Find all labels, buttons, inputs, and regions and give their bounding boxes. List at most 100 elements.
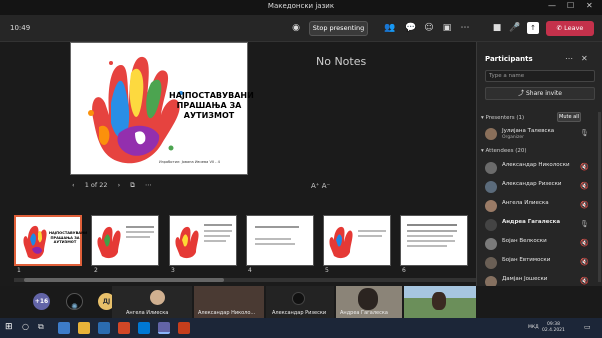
thumbnail-number: 4 bbox=[248, 267, 252, 274]
video-tile[interactable]: Андреа Гагалеска bbox=[336, 286, 402, 318]
thumbnail-text-line bbox=[407, 230, 457, 232]
previous-slide-icon[interactable]: ‹ bbox=[72, 181, 75, 189]
video-gallery: +16 ✺ ДЈ Ангела Илиеска Александар Никол… bbox=[0, 286, 602, 318]
camera-icon[interactable]: ■ bbox=[491, 22, 503, 34]
video-tile[interactable]: Александар Николо... bbox=[194, 286, 264, 318]
more-options-icon[interactable]: ⋯ bbox=[459, 22, 471, 34]
thumbnail-text-line bbox=[407, 240, 455, 242]
share-screen-icon[interactable]: ↑ bbox=[527, 22, 539, 34]
avatar-logo-icon: ✺ bbox=[71, 302, 78, 311]
participants-icon[interactable]: 👥 bbox=[384, 22, 396, 34]
thumbnail-text-line bbox=[255, 226, 299, 228]
rooms-icon[interactable]: ▣ bbox=[441, 22, 453, 34]
avatar bbox=[485, 181, 497, 193]
mic-muted-icon: 🔇 bbox=[580, 277, 589, 285]
search-participants-input[interactable]: Type a name bbox=[485, 70, 595, 82]
leave-label: Leave bbox=[564, 24, 584, 32]
clock-date: 02.4.2021 bbox=[542, 328, 565, 333]
current-slide: НАЈПОСТАВУВАНИ ПРАШАЊА ЗА АУТИЗМОТ Израб… bbox=[70, 42, 254, 175]
participant-row[interactable]: Јулијана Талевска Organizer 🎙 bbox=[477, 126, 602, 142]
thumbnail-text-line bbox=[358, 235, 382, 237]
thumbnail-number: 2 bbox=[94, 267, 98, 274]
video-tile-name: Андреа Гагалеска bbox=[340, 310, 388, 316]
video-tile-name: Ангела Илиеска bbox=[126, 310, 169, 316]
font-size-controls[interactable]: A⁺ A⁻ bbox=[311, 182, 330, 190]
participant-row[interactable]: Александар Ризески 🔇 bbox=[477, 179, 602, 195]
slide-thumbnail[interactable]: НАЈПОСТАВУВАНИ ПРАШАЊА ЗА АУТИЗМОТ bbox=[14, 215, 88, 266]
participant-row[interactable]: Бојан Евтимоски 🔇 bbox=[477, 255, 602, 271]
word-icon[interactable] bbox=[98, 322, 110, 334]
avatar bbox=[485, 219, 497, 231]
chat-icon[interactable]: 💬 bbox=[405, 22, 417, 34]
slide-thumbnail[interactable] bbox=[400, 215, 468, 266]
task-view-icon[interactable]: ⧉ bbox=[38, 322, 44, 332]
more-slide-options-icon[interactable]: ⋯ bbox=[145, 181, 152, 189]
office-icon[interactable] bbox=[118, 322, 130, 334]
meeting-timer: 10:49 bbox=[10, 24, 31, 32]
share-invite-button[interactable]: ⤴ Share invite bbox=[485, 87, 595, 100]
video-tile[interactable] bbox=[404, 286, 476, 318]
slide-thumbnail[interactable] bbox=[246, 215, 314, 266]
slide-thumbnail-strip: НАЈПОСТАВУВАНИ ПРАШАЊА ЗА АУТИЗМОТ 1 2 3… bbox=[14, 215, 476, 275]
participant-row[interactable]: Андреа Гагалеска 🎙 bbox=[477, 217, 602, 233]
slide-thumbnail[interactable] bbox=[323, 215, 391, 266]
thumbnail-scrollbar[interactable] bbox=[14, 278, 476, 282]
thumbnail-text-line bbox=[204, 240, 226, 242]
reactions-icon[interactable]: ☺ bbox=[423, 22, 435, 34]
participant-name: Бојан Евтимоски bbox=[502, 257, 551, 263]
more-options-icon[interactable]: ⋯ bbox=[565, 54, 573, 63]
thumbnail-text-line bbox=[407, 235, 453, 237]
video-tile[interactable]: Ангела Илиеска bbox=[112, 286, 192, 318]
participants-panel: Participants ⋯ ✕ Type a name ⤴ Share inv… bbox=[476, 42, 602, 288]
scrollbar-thumb[interactable] bbox=[24, 278, 224, 282]
attendees-header[interactable]: ▾ Attendees (20) bbox=[481, 148, 527, 154]
speaker-notes: No Notes bbox=[316, 55, 367, 68]
teams-icon[interactable] bbox=[158, 322, 170, 334]
microphone-icon: 🎙 bbox=[580, 220, 589, 228]
attendees-header-label: Attendees (20) bbox=[485, 148, 527, 154]
system-clock[interactable]: 09:38 02.4.2021 bbox=[542, 322, 565, 334]
slide-navigation: ‹ 1 of 22 › ⧉ ⋯ bbox=[72, 181, 160, 190]
maximize-icon[interactable]: ☐ bbox=[567, 1, 574, 10]
grid-view-icon[interactable]: ⧉ bbox=[130, 181, 135, 189]
participant-row[interactable]: Александар Николоски 🔇 bbox=[477, 160, 602, 176]
notifications-icon[interactable]: ▭ bbox=[584, 323, 591, 331]
close-icon[interactable]: ✕ bbox=[586, 1, 593, 10]
thumbnail-text-line bbox=[126, 231, 154, 233]
participant-video-feed bbox=[432, 292, 446, 310]
search-icon[interactable]: ○ bbox=[22, 322, 29, 331]
file-explorer-icon[interactable] bbox=[78, 322, 90, 334]
thumbnail-number: 6 bbox=[402, 267, 406, 274]
video-tile[interactable]: Александар Ризески bbox=[266, 286, 334, 318]
microphone-icon[interactable]: 🎤 bbox=[509, 22, 521, 34]
thumbnail-title: НАЈПОСТАВУВАНИ ПРАШАЊА ЗА АУТИЗМОТ bbox=[49, 231, 88, 244]
minimize-icon[interactable]: — bbox=[548, 1, 556, 10]
close-panel-icon[interactable]: ✕ bbox=[581, 54, 588, 63]
thumbnail-text-line bbox=[204, 235, 230, 237]
next-slide-icon[interactable]: › bbox=[118, 181, 121, 189]
powerpoint-icon[interactable] bbox=[178, 322, 190, 334]
eye-icon[interactable]: ◉ bbox=[290, 22, 302, 34]
edge-browser-icon[interactable] bbox=[58, 322, 70, 334]
stop-presenting-button[interactable]: Stop presenting bbox=[309, 21, 368, 36]
slide-counter: 1 of 22 bbox=[84, 181, 108, 189]
participant-row[interactable]: Бојан Велкоски 🔇 bbox=[477, 236, 602, 252]
presenters-header[interactable]: ▾ Presenters (1) bbox=[481, 115, 524, 121]
avatar[interactable]: ✺ bbox=[66, 293, 83, 311]
windows-start-icon[interactable]: ⊞ bbox=[5, 322, 13, 332]
overflow-participants-badge[interactable]: +16 bbox=[33, 293, 50, 310]
mail-icon[interactable] bbox=[138, 322, 150, 334]
thumbnail-number: 5 bbox=[325, 267, 329, 274]
avatar bbox=[485, 257, 497, 269]
avatar bbox=[485, 200, 497, 212]
input-language-indicator[interactable]: МКД bbox=[528, 325, 539, 330]
share-icon: ⤴ bbox=[518, 90, 526, 97]
slide-thumbnail[interactable] bbox=[169, 215, 237, 266]
leave-button[interactable]: ✆ Leave bbox=[546, 21, 594, 36]
mute-all-button[interactable]: Mute all bbox=[557, 112, 581, 122]
slide-thumbnail[interactable] bbox=[91, 215, 159, 266]
avatar bbox=[485, 238, 497, 250]
participants-scrollbar[interactable] bbox=[598, 112, 601, 282]
thumbnail-text-line bbox=[358, 230, 386, 232]
participant-row[interactable]: Ангела Илиеска 🔇 bbox=[477, 198, 602, 214]
